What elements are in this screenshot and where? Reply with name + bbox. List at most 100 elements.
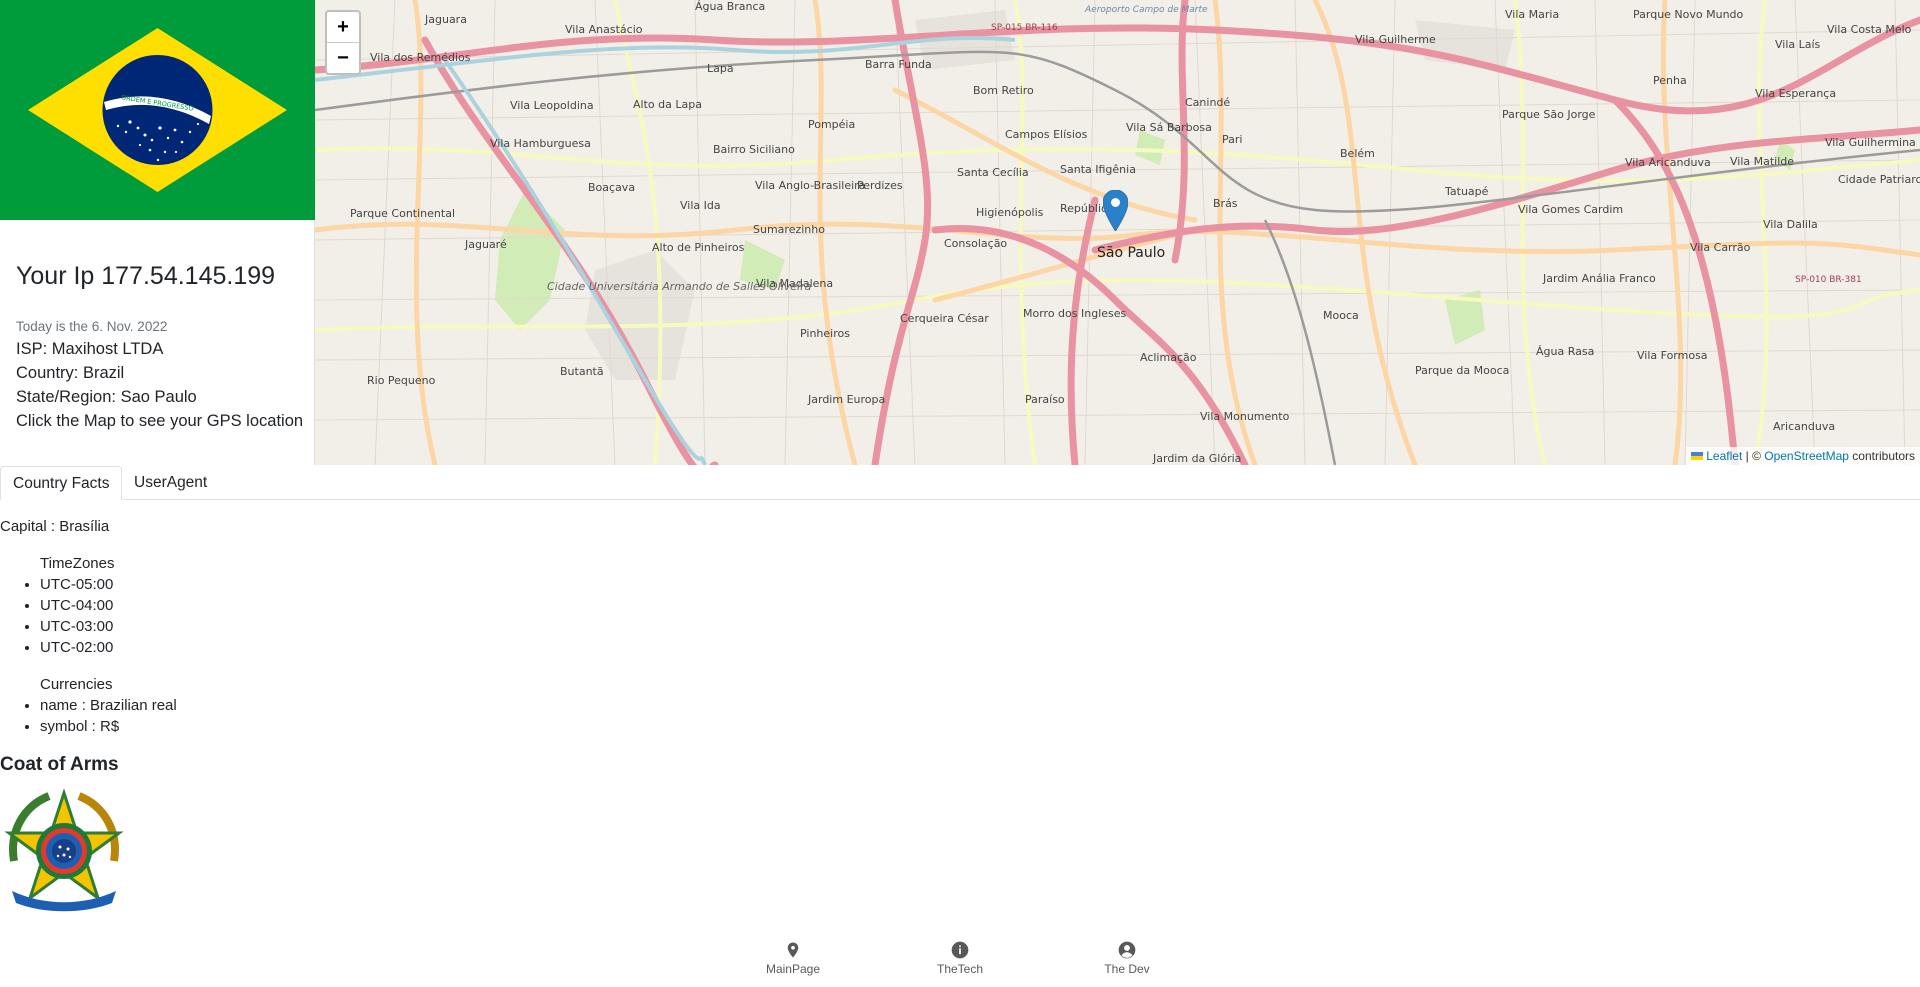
- coat-of-arms-image: [4, 788, 124, 912]
- top-section: ORDEM E PROGRESSO Your Ip 177.54.145.199…: [0, 0, 1920, 465]
- map-label: Penha: [1653, 74, 1687, 87]
- timezone-item: UTC-03:00: [40, 616, 1920, 637]
- map-label: Tatuapé: [1444, 185, 1489, 198]
- map-label: Morro dos Ingleses: [1023, 307, 1127, 320]
- map-label: Vila Esperança: [1755, 87, 1836, 100]
- map-label: Jaguaré: [464, 238, 507, 251]
- map-label: Vila Anglo-Brasileira: [755, 179, 865, 192]
- map-label: Belém: [1340, 147, 1375, 160]
- map-label: Cidade Patriarca: [1838, 173, 1920, 186]
- map-label: Parque São Jorge: [1502, 108, 1596, 121]
- country-flag: ORDEM E PROGRESSO: [0, 0, 315, 220]
- map-label: Água Rasa: [1536, 345, 1594, 358]
- current-date: Today is the 6. Nov. 2022: [16, 319, 168, 334]
- map-label: Jardim da Glória: [1152, 452, 1241, 465]
- account-circle-icon: [1118, 941, 1136, 959]
- map-label: Vila Ida: [680, 199, 721, 212]
- map-label: Cidade Universitária Armando de Salles O…: [547, 280, 812, 293]
- map-view[interactable]: Jaguara Vila Anastácio Água Branca Vila …: [315, 0, 1920, 465]
- nav-the-tech[interactable]: TheTech: [920, 940, 1000, 976]
- map-label: SP-010 BR-381: [1795, 275, 1862, 285]
- map-label: Água Branca: [695, 0, 765, 13]
- map-label: Boaçava: [588, 181, 635, 194]
- nav-tech-label: TheTech: [936, 962, 984, 976]
- map-label: Rio Pequeno: [367, 374, 436, 387]
- zoom-out-button[interactable]: −: [327, 42, 359, 73]
- currencies-list: name : Brazilian real symbol : R$: [0, 695, 1920, 737]
- nav-main-label: MainPage: [765, 962, 821, 976]
- map-label: Vila Sá Barbosa: [1126, 121, 1212, 134]
- bottom-navigation: MainPage TheTech The Dev: [0, 938, 1920, 987]
- map-label: Vila Monumento: [1200, 410, 1290, 423]
- nav-the-dev[interactable]: The Dev: [1087, 940, 1167, 976]
- attribution-suffix: contributors: [1848, 449, 1915, 463]
- ip-address-title: Your Ip 177.54.145.199: [16, 262, 276, 290]
- map-label: Vila Guilherme: [1355, 33, 1436, 46]
- openstreetmap-link[interactable]: OpenStreetMap: [1764, 449, 1849, 463]
- currency-item: name : Brazilian real: [40, 695, 1920, 716]
- map-label: Pompéia: [808, 118, 855, 131]
- map-center-label: São Paulo: [1097, 245, 1165, 261]
- timezone-item: UTC-05:00: [40, 574, 1920, 595]
- map-label: Vila Aricanduva: [1625, 156, 1711, 169]
- map-label: Canindé: [1185, 96, 1230, 109]
- map-label: Aricanduva: [1773, 420, 1835, 433]
- map-label: Alto de Pinheiros: [652, 241, 745, 254]
- capital-text: Capital : Brasília: [0, 518, 110, 535]
- currencies-title: Currencies: [40, 676, 113, 693]
- map-label: Pinheiros: [800, 327, 850, 340]
- tab-bar: Country Facts UserAgent: [0, 465, 1920, 500]
- zoom-control: + −: [325, 10, 361, 75]
- tab-user-agent[interactable]: UserAgent: [122, 466, 219, 499]
- coat-of-arms-title: Coat of Arms: [0, 754, 119, 775]
- map-label: SP-015 BR-116: [991, 23, 1058, 33]
- country-facts-panel: Capital : Brasília TimeZones UTC-05:00 U…: [0, 516, 1920, 923]
- map-label: Parque da Mooca: [1415, 364, 1509, 377]
- map-label: Vila dos Remédios: [370, 51, 471, 64]
- region-text: State/Region: Sao Paulo: [16, 388, 197, 406]
- map-label: Cerqueira César: [900, 312, 989, 325]
- currency-item: symbol : R$: [40, 716, 1920, 737]
- map-label: Parque Continental: [350, 207, 455, 220]
- info-panel: ORDEM E PROGRESSO Your Ip 177.54.145.199…: [0, 0, 315, 465]
- map-label: Parque Novo Mundo: [1633, 8, 1744, 21]
- isp-text: ISP: Maxihost LTDA: [16, 340, 164, 358]
- leaflet-link[interactable]: Leaflet: [1706, 449, 1742, 463]
- map-label: Jaguara: [424, 13, 467, 26]
- zoom-in-button[interactable]: +: [327, 12, 359, 42]
- map-label: Bom Retiro: [973, 84, 1034, 97]
- timezone-item: UTC-04:00: [40, 595, 1920, 616]
- map-label: Aclimação: [1140, 351, 1197, 364]
- map-label: Vila Guilhermina: [1825, 136, 1916, 149]
- map-label: Vila Dalila: [1763, 218, 1818, 231]
- map-tiles[interactable]: Jaguara Vila Anastácio Água Branca Vila …: [315, 0, 1920, 465]
- map-label: Butantã: [560, 365, 604, 378]
- map-label: Jardim Anália Franco: [1542, 272, 1656, 285]
- map-label: Vila Matilde: [1730, 155, 1794, 168]
- nav-dev-label: The Dev: [1104, 962, 1150, 976]
- map-label: Vila Laís: [1775, 38, 1821, 51]
- tab-country-facts[interactable]: Country Facts: [0, 466, 123, 500]
- map-label: Vila Costa Melo: [1827, 23, 1912, 36]
- map-label: Vila Anastácio: [565, 23, 643, 36]
- map-attribution: Leaflet | © OpenStreetMap contributors: [1686, 447, 1920, 465]
- map-label: Santa Ifigênia: [1060, 163, 1136, 176]
- timezones-list: UTC-05:00 UTC-04:00 UTC-03:00 UTC-02:00: [0, 574, 1920, 658]
- map-label: Mooca: [1323, 309, 1359, 322]
- map-label: Alto da Lapa: [633, 98, 702, 111]
- map-label: Santa Cecília: [957, 166, 1029, 179]
- map-label: Sumarezinho: [753, 223, 825, 236]
- map-label: Higienópolis: [976, 206, 1044, 219]
- map-label: Paraíso: [1025, 393, 1065, 406]
- brazil-flag-image: ORDEM E PROGRESSO: [0, 0, 315, 220]
- map-label: Vila Gomes Cardim: [1518, 203, 1623, 216]
- map-label: Jardim Europa: [807, 393, 885, 406]
- timezone-item: UTC-02:00: [40, 637, 1920, 658]
- nav-main-page[interactable]: MainPage: [753, 940, 833, 976]
- attribution-separator: | ©: [1742, 449, 1765, 463]
- location-marker-icon[interactable]: [1103, 190, 1128, 231]
- map-hint-text: Click the Map to see your GPS location: [16, 412, 304, 430]
- map-label: Vila Formosa: [1637, 349, 1708, 362]
- map-label: Bairro Siciliano: [713, 143, 795, 156]
- info-icon: [951, 941, 969, 959]
